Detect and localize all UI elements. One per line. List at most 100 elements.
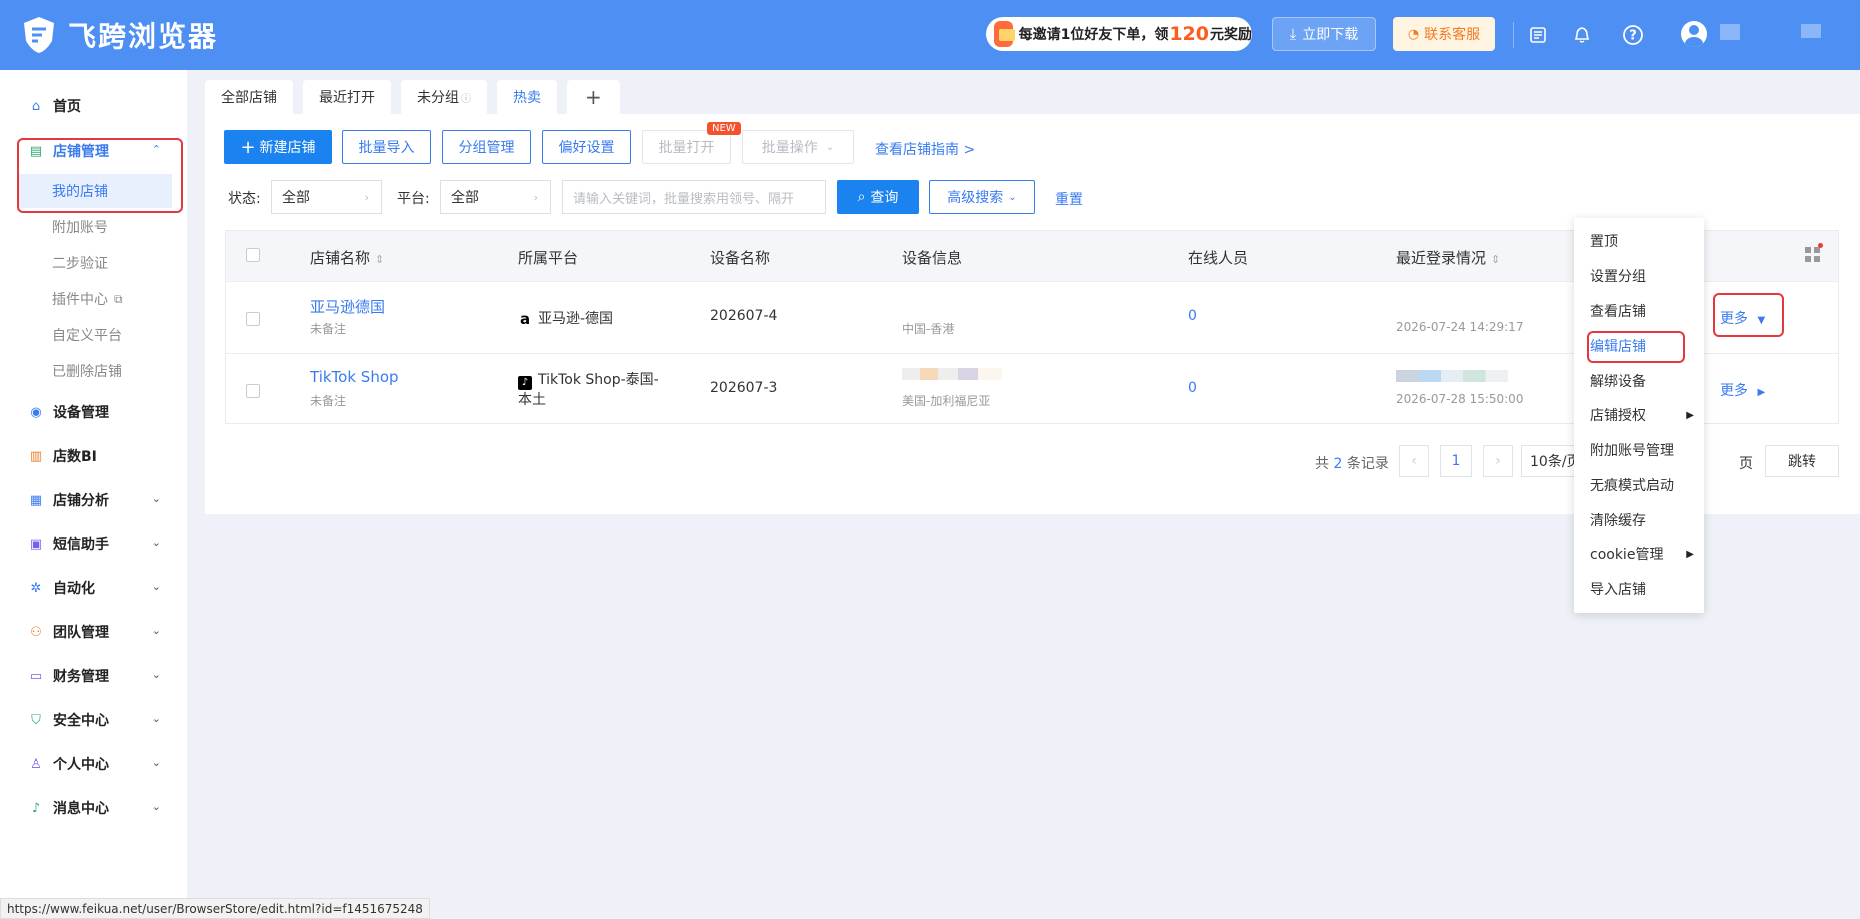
query-button[interactable]: ⌕ 查询 bbox=[837, 180, 919, 214]
header-label: 店铺名称 bbox=[310, 249, 371, 267]
contact-service-button[interactable]: ◔ 联系客服 bbox=[1393, 17, 1495, 51]
service-label: 联系客服 bbox=[1424, 27, 1481, 43]
sidebar-item-label: 安全中心 bbox=[53, 713, 109, 729]
store-name-link[interactable]: 亚马逊德国 bbox=[310, 296, 385, 317]
sidebar-item-finance[interactable]: ▭ 财务管理 ⌄ bbox=[0, 656, 187, 696]
select-all-checkbox[interactable] bbox=[246, 248, 260, 262]
login-ip-blur bbox=[1396, 370, 1508, 382]
sidebar-item-store-bi[interactable]: ▥ 店数BI bbox=[0, 436, 187, 476]
sidebar-item-messages[interactable]: ♪ 消息中心 ⌄ bbox=[0, 788, 187, 828]
user-avatar[interactable] bbox=[1681, 21, 1707, 47]
menu-item-incognito[interactable]: 无痕模式启动 bbox=[1574, 468, 1704, 502]
group-manage-button[interactable]: 分组管理 bbox=[442, 130, 531, 164]
download-button[interactable]: ⤓ 立即下载 bbox=[1272, 17, 1376, 51]
app-logo[interactable]: 飞跨浏览器 bbox=[22, 14, 218, 56]
reset-link[interactable]: 重置 bbox=[1055, 189, 1083, 209]
user-icon: ♙ bbox=[30, 756, 42, 772]
sidebar-sub-custom-platform[interactable]: 自定义平台 bbox=[18, 318, 172, 352]
menu-item-store-auth[interactable]: 店铺授权 ▶ bbox=[1574, 398, 1704, 432]
online-count[interactable]: 0 bbox=[1188, 380, 1197, 396]
online-count[interactable]: 0 bbox=[1188, 308, 1197, 324]
sidebar-sub-plugins[interactable]: 插件中心 ⧉ bbox=[18, 282, 172, 316]
jump-button[interactable]: 跳转 bbox=[1765, 445, 1839, 477]
sidebar-item-label: 财务管理 bbox=[53, 669, 109, 685]
sidebar-item-team[interactable]: ⚇ 团队管理 ⌄ bbox=[0, 612, 187, 652]
sidebar-sub-extra-accounts[interactable]: 附加账号 bbox=[18, 210, 172, 244]
status-select[interactable]: 全部 › bbox=[271, 180, 382, 214]
menu-item-unbind-device[interactable]: 解绑设备 bbox=[1574, 364, 1704, 398]
page-number[interactable]: 1 bbox=[1440, 445, 1472, 477]
more-label: 更多 bbox=[1720, 383, 1748, 399]
highlight-store-manage bbox=[17, 138, 183, 213]
caret-right-icon: ▶ bbox=[1757, 387, 1766, 398]
chevron-down-icon: ⌄ bbox=[151, 800, 161, 813]
column-settings-icon[interactable] bbox=[1805, 247, 1821, 263]
batch-import-button[interactable]: 批量导入 bbox=[342, 130, 431, 164]
header-last-login[interactable]: 最近登录情况 ⇕ bbox=[1396, 247, 1500, 268]
row-checkbox[interactable] bbox=[246, 384, 260, 398]
total-records: 共 2 条记录 bbox=[1315, 453, 1389, 473]
batch-ops-label: 批量操作 bbox=[761, 140, 818, 156]
plus-icon: + bbox=[240, 136, 256, 158]
tab-recent[interactable]: 最近打开 bbox=[303, 80, 391, 114]
store-guide-link[interactable]: 查看店铺指南 > bbox=[875, 139, 975, 159]
tab-all-stores[interactable]: 全部店铺 bbox=[205, 80, 293, 114]
store-platform: a 亚马逊-德国 bbox=[518, 308, 613, 328]
menu-item-extra-accounts[interactable]: 附加账号管理 bbox=[1574, 433, 1704, 467]
row-checkbox[interactable] bbox=[246, 312, 260, 326]
device-ip-blur bbox=[902, 368, 1002, 380]
total-prefix: 共 bbox=[1315, 456, 1329, 472]
chevron-down-icon: ⌄ bbox=[151, 536, 161, 549]
bell-icon[interactable] bbox=[1569, 22, 1595, 48]
search-input[interactable]: 请输入关键词，批量搜索用领号、隔开 bbox=[562, 180, 826, 214]
new-store-button[interactable]: + 新建店铺 bbox=[224, 130, 332, 164]
notification-dot bbox=[1818, 243, 1823, 248]
platform-select[interactable]: 全部 › bbox=[440, 180, 551, 214]
menu-item-import-store[interactable]: 导入店铺 bbox=[1574, 572, 1704, 606]
sidebar-sub-two-step[interactable]: 二步验证 bbox=[18, 246, 172, 280]
status-value: 全部 bbox=[282, 190, 310, 206]
sidebar-item-personal[interactable]: ♙ 个人中心 ⌄ bbox=[0, 744, 187, 784]
sidebar-item-home[interactable]: ⌂ 首页 bbox=[0, 86, 187, 126]
sidebar-item-label: 首页 bbox=[53, 99, 81, 115]
status-url: https://www.feikua.net/user/BrowserStore… bbox=[0, 898, 430, 919]
sidebar-item-store-analysis[interactable]: ▦ 店铺分析 ⌄ bbox=[0, 480, 187, 520]
add-tab-button[interactable]: + bbox=[567, 80, 620, 114]
search-icon: ⌕ bbox=[857, 189, 866, 205]
menu-item-set-group[interactable]: 设置分组 bbox=[1574, 259, 1704, 293]
preferences-button[interactable]: 偏好设置 bbox=[542, 130, 631, 164]
amazon-icon: a bbox=[519, 310, 531, 328]
menu-item-clear-cache[interactable]: 清除缓存 bbox=[1574, 503, 1704, 537]
batch-open-button[interactable]: 批量打开 bbox=[642, 130, 731, 164]
logo-shield-icon bbox=[24, 17, 54, 53]
document-icon[interactable] bbox=[1525, 22, 1551, 48]
next-page-button[interactable]: › bbox=[1483, 445, 1513, 477]
advanced-search-button[interactable]: 高级搜索 ⌄ bbox=[929, 180, 1035, 214]
invite-banner[interactable]: 每邀请1位好友下单，领 120 元奖励 bbox=[986, 17, 1252, 51]
menu-item-cookie[interactable]: cookie管理 ▶ bbox=[1574, 537, 1704, 571]
more-button[interactable]: 更多 ▶ bbox=[1720, 380, 1765, 400]
tab-label: 未分组 bbox=[417, 90, 459, 106]
sidebar-item-label: 设备管理 bbox=[53, 405, 109, 421]
menu-item-label: cookie管理 bbox=[1590, 547, 1664, 563]
sidebar-item-security[interactable]: ⛉ 安全中心 ⌄ bbox=[0, 700, 187, 740]
prev-page-button[interactable]: ‹ bbox=[1399, 445, 1429, 477]
question-icon: ⓘ bbox=[461, 93, 471, 105]
batch-ops-button[interactable]: 批量操作 ⌄ bbox=[742, 130, 854, 164]
sidebar-item-automation[interactable]: ✲ 自动化 ⌄ bbox=[0, 568, 187, 608]
sidebar-sub-deleted-stores[interactable]: 已删除店铺 bbox=[18, 354, 172, 388]
tab-ungrouped[interactable]: 未分组 ⓘ bbox=[401, 80, 487, 114]
sidebar-item-device-manage[interactable]: ◉ 设备管理 bbox=[0, 392, 187, 432]
header-store-name[interactable]: 店铺名称 ⇕ bbox=[310, 247, 384, 268]
menu-item-pin[interactable]: 置顶 bbox=[1574, 224, 1704, 258]
tab-hot[interactable]: 热卖 bbox=[497, 80, 557, 114]
sidebar-item-label: 团队管理 bbox=[53, 625, 109, 641]
chevron-down-icon: ⌄ bbox=[1008, 191, 1017, 203]
menu-item-view-store[interactable]: 查看店铺 bbox=[1574, 294, 1704, 328]
advanced-search-label: 高级搜索 bbox=[947, 190, 1004, 206]
page-unit: 页 bbox=[1739, 456, 1753, 472]
help-icon[interactable]: ? bbox=[1620, 22, 1646, 48]
sidebar-item-sms[interactable]: ▣ 短信助手 ⌄ bbox=[0, 524, 187, 564]
app-name: 飞跨浏览器 bbox=[68, 20, 219, 53]
store-name-link[interactable]: TikTok Shop bbox=[310, 368, 399, 386]
